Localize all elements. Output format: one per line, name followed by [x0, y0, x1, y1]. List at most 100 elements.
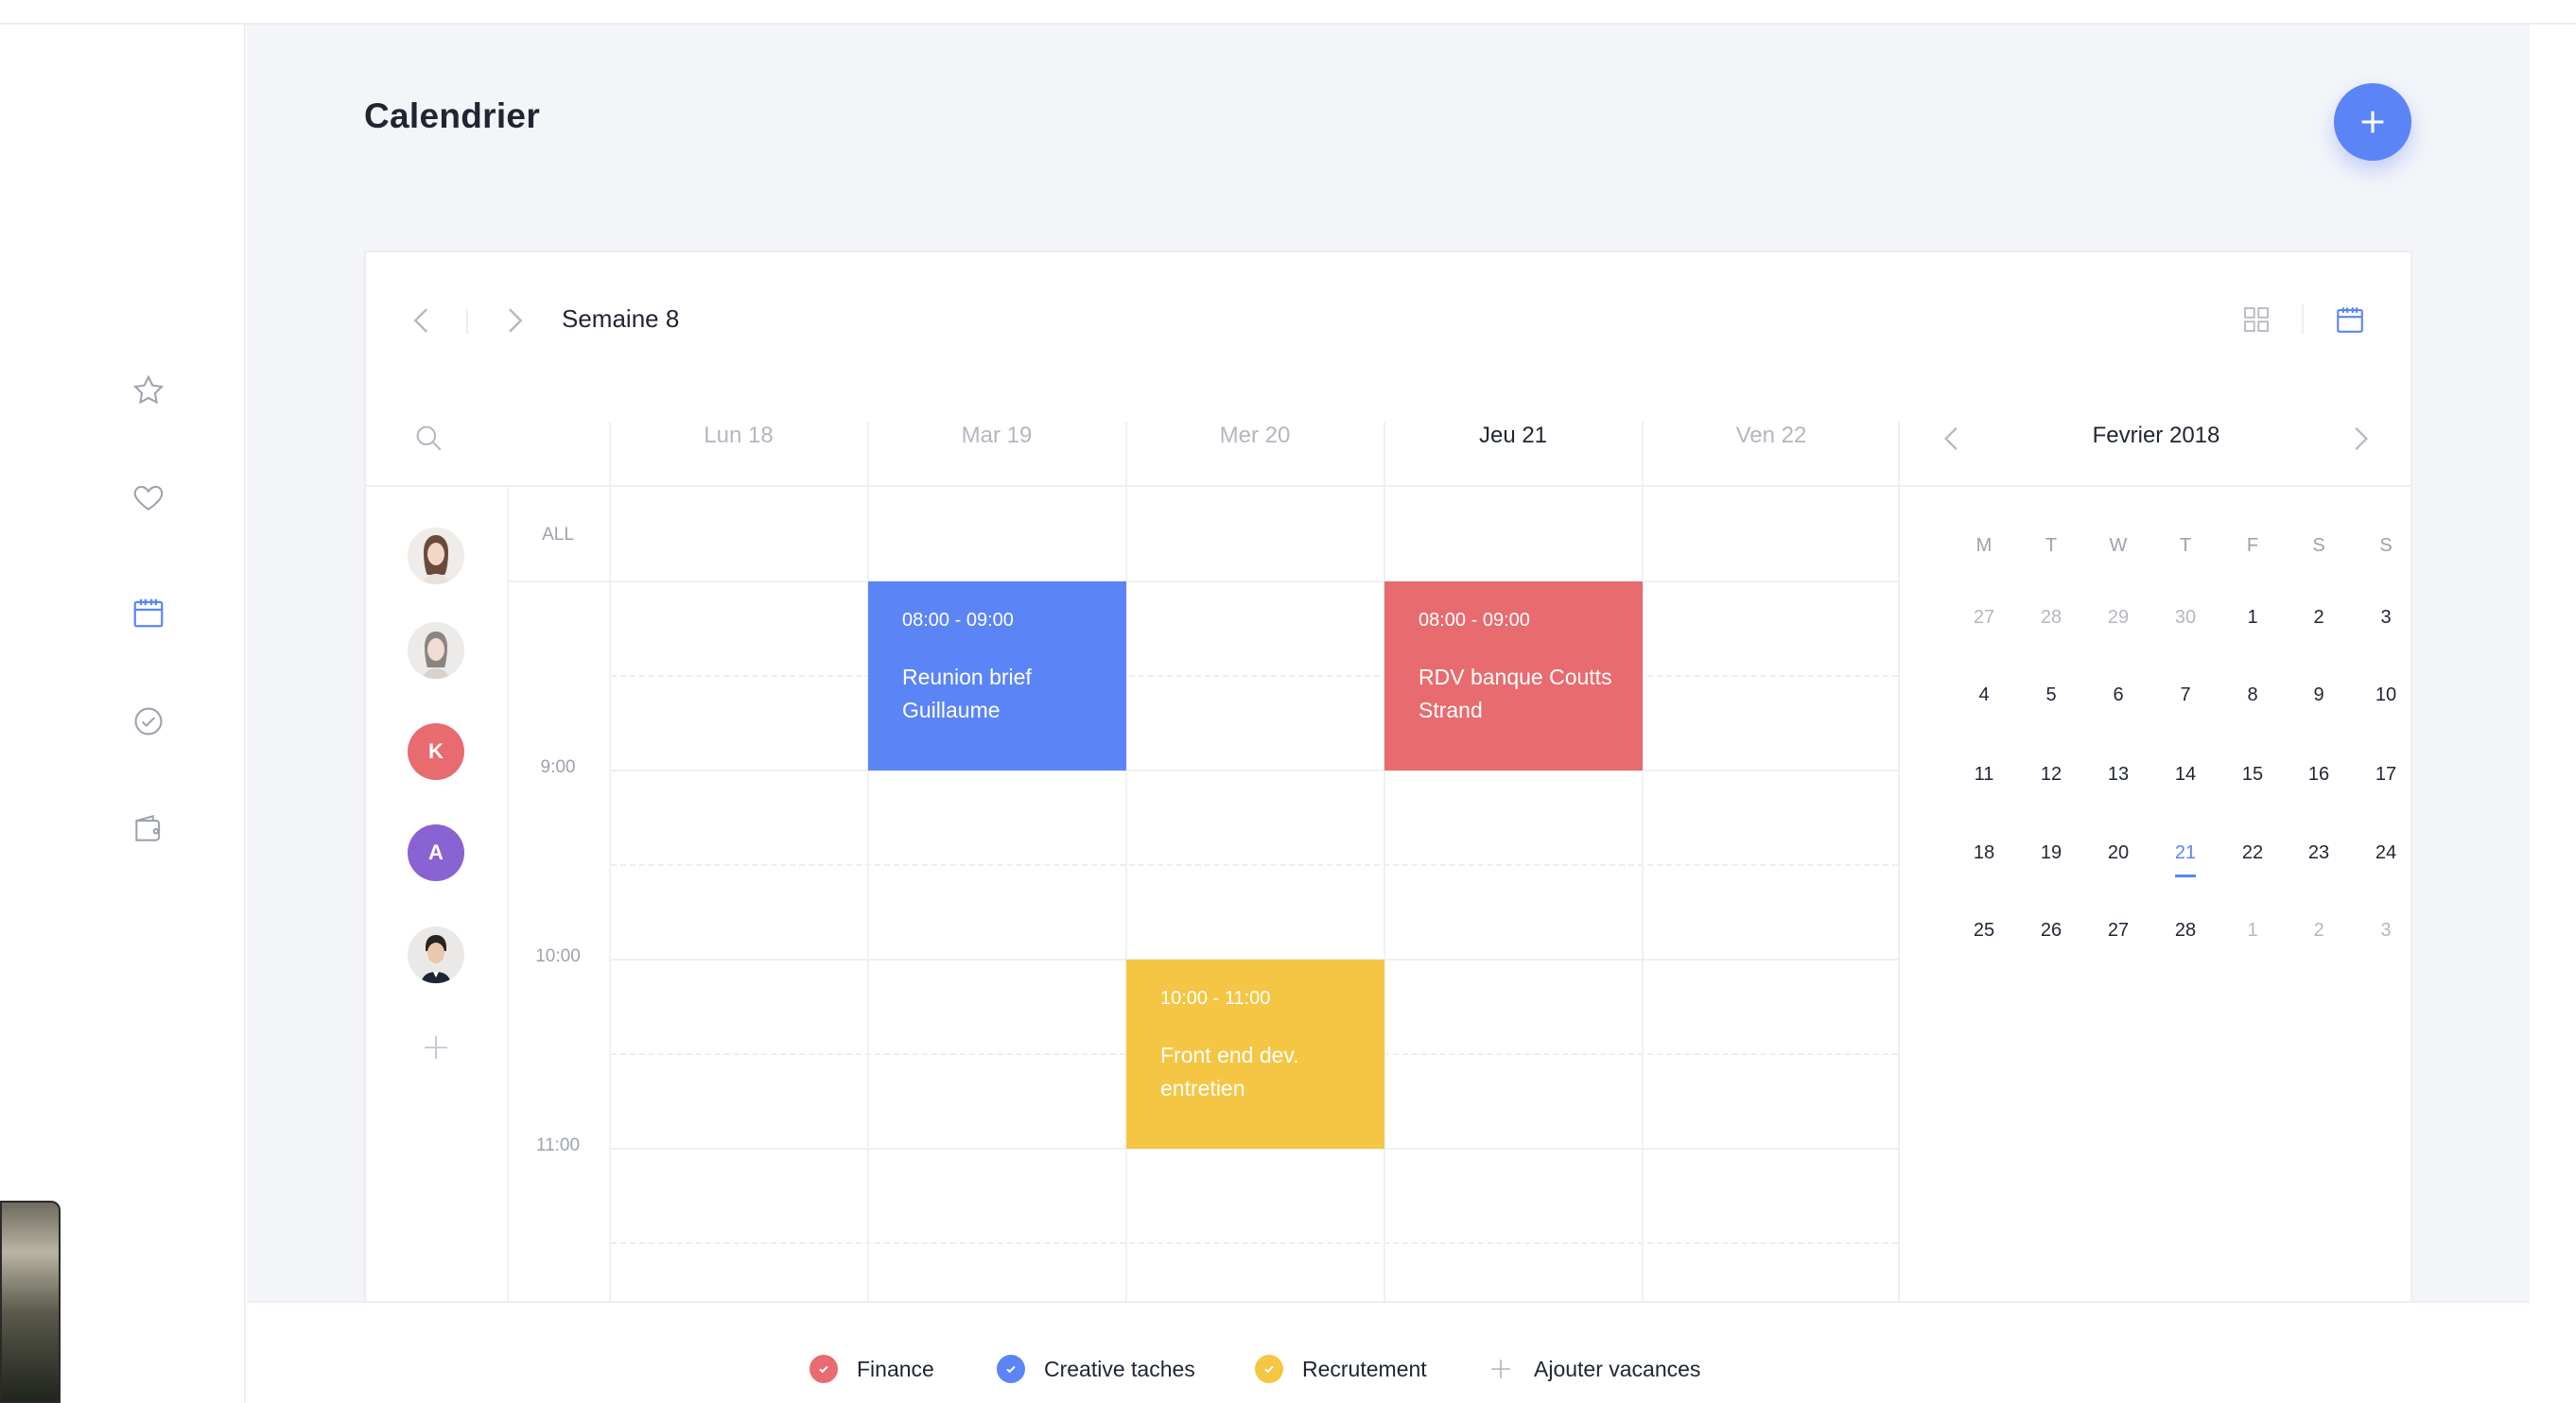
grid-view-button[interactable]: [2242, 305, 2271, 334]
mini-month-label: Fevrier 2018: [2092, 423, 2220, 448]
mini-day[interactable]: 5: [2023, 684, 2080, 706]
grid-vline: [609, 422, 611, 1301]
avatar[interactable]: [408, 927, 464, 983]
day-header-fri[interactable]: Ven 22: [1643, 423, 1900, 457]
add-event-button[interactable]: [2334, 83, 2411, 161]
mini-day[interactable]: 28: [2157, 920, 2214, 942]
header-divider: [366, 485, 2412, 487]
all-day-divider: [509, 580, 1898, 582]
chevron-right-icon: [509, 308, 523, 333]
event-card[interactable]: 08:00 - 09:00 Reunion brief Guillaume: [868, 581, 1126, 771]
time-label-10: 10:00: [535, 946, 581, 966]
avatar-initial: A: [428, 840, 444, 864]
mini-prev-month-button[interactable]: [1941, 424, 1963, 454]
legend-label: Ajouter vacances: [1534, 1356, 1701, 1381]
avatar[interactable]: [408, 528, 464, 584]
add-vacation-button[interactable]: Ajouter vacances: [1487, 1352, 1700, 1386]
mini-day[interactable]: 20: [2090, 842, 2147, 864]
legend-recrutement[interactable]: Recrutement: [1255, 1352, 1427, 1386]
mini-day[interactable]: 10: [2358, 684, 2414, 706]
check-icon: [997, 1355, 1025, 1383]
calendar-view-button[interactable]: [2334, 303, 2366, 336]
mini-day[interactable]: 1: [2224, 920, 2281, 942]
mini-day[interactable]: 24: [2358, 842, 2414, 864]
mini-day[interactable]: 23: [2290, 842, 2347, 864]
heart-icon[interactable]: [120, 469, 177, 526]
mini-day[interactable]: 26: [2023, 920, 2080, 942]
mini-day[interactable]: 8: [2224, 684, 2281, 706]
day-header-mon[interactable]: Lun 18: [610, 423, 867, 457]
mini-day[interactable]: 15: [2224, 764, 2281, 786]
day-header-thu-today[interactable]: Jeu 21: [1384, 423, 1642, 457]
check-icon: [1255, 1355, 1283, 1383]
legend-creative[interactable]: Creative taches: [997, 1352, 1195, 1386]
mini-day[interactable]: 6: [2090, 684, 2147, 706]
mini-day[interactable]: 7: [2157, 684, 2214, 706]
mini-day[interactable]: 29: [2090, 607, 2147, 629]
legend-finance[interactable]: Finance: [809, 1352, 934, 1386]
mini-day[interactable]: 2: [2290, 920, 2347, 942]
avatar-initial-a[interactable]: A: [408, 824, 464, 881]
mini-weekday-label: S: [2312, 535, 2325, 556]
avatar[interactable]: [408, 622, 464, 679]
check-circle-icon[interactable]: [120, 693, 177, 750]
mini-day[interactable]: 19: [2023, 842, 2080, 864]
mini-day[interactable]: 16: [2290, 764, 2347, 786]
event-title: Front end dev. entretien: [1160, 1043, 1299, 1100]
mini-day[interactable]: 3: [2358, 607, 2414, 629]
wallet-icon[interactable]: [120, 800, 177, 857]
event-card[interactable]: 10:00 - 11:00 Front end dev. entretien: [1126, 960, 1384, 1149]
page-title: Calendrier: [364, 96, 541, 135]
chevron-right-icon: [2355, 427, 2368, 450]
mini-day[interactable]: 9: [2290, 684, 2347, 706]
mini-weekday-label: T: [2045, 535, 2058, 556]
next-week-button[interactable]: [501, 304, 528, 337]
search-button[interactable]: [412, 422, 446, 456]
mini-day[interactable]: 1: [2224, 607, 2281, 629]
mini-day[interactable]: 12: [2023, 764, 2080, 786]
star-icon[interactable]: [120, 362, 177, 419]
day-header-tue[interactable]: Mar 19: [868, 423, 1125, 457]
check-icon: [809, 1355, 838, 1383]
mini-day[interactable]: 2: [2290, 607, 2347, 629]
prev-week-button[interactable]: [409, 304, 435, 337]
plus-icon: [2361, 111, 2384, 133]
mini-day[interactable]: 30: [2157, 607, 2214, 629]
mini-day[interactable]: 28: [2023, 607, 2080, 629]
avatar-initial-k[interactable]: K: [408, 723, 464, 780]
mini-day[interactable]: 3: [2358, 920, 2414, 942]
mini-weekday-label: W: [2109, 535, 2128, 556]
mini-day[interactable]: 25: [1956, 920, 2012, 942]
time-label-9: 9:00: [540, 757, 576, 777]
mini-day[interactable]: 17: [2358, 764, 2414, 786]
mini-day[interactable]: 27: [1956, 607, 2012, 629]
mini-weekday-label: T: [2179, 535, 2192, 556]
legend-label: Creative taches: [1044, 1356, 1195, 1381]
event-card[interactable]: 08:00 - 09:00 RDV banque Coutts Strand: [1384, 581, 1643, 771]
mini-day[interactable]: 27: [2090, 920, 2147, 942]
mini-day[interactable]: 18: [1956, 842, 2012, 864]
mini-day[interactable]: 13: [2090, 764, 2147, 786]
mini-weekday-label: F: [2246, 535, 2259, 556]
mini-day[interactable]: 11: [1956, 764, 2012, 786]
grid-icon: [2244, 307, 2269, 332]
event-time: 08:00 - 09:00: [1419, 610, 1530, 631]
add-person-button[interactable]: [421, 1032, 451, 1063]
time-label-11: 11:00: [535, 1135, 581, 1155]
mini-day[interactable]: 21: [2157, 842, 2214, 877]
grid-vline: [1642, 422, 1644, 1301]
calendar-icon: [2337, 307, 2363, 333]
event-title: RDV banque Coutts Strand: [1419, 665, 1612, 722]
mini-day[interactable]: 22: [2224, 842, 2281, 864]
preview-thumbnail[interactable]: [0, 1201, 61, 1403]
grid-vline: [867, 422, 869, 1301]
mini-weekday-label: M: [1976, 535, 1993, 556]
mini-day[interactable]: 4: [1956, 684, 2012, 706]
avatar-initial: K: [428, 739, 444, 763]
calendar-icon[interactable]: [120, 584, 177, 641]
legend-label: Finance: [857, 1356, 934, 1381]
mini-day[interactable]: 14: [2157, 764, 2214, 786]
event-time: 10:00 - 11:00: [1160, 988, 1271, 1009]
day-header-wed[interactable]: Mer 20: [1126, 423, 1384, 457]
mini-next-month-button[interactable]: [2349, 424, 2372, 454]
